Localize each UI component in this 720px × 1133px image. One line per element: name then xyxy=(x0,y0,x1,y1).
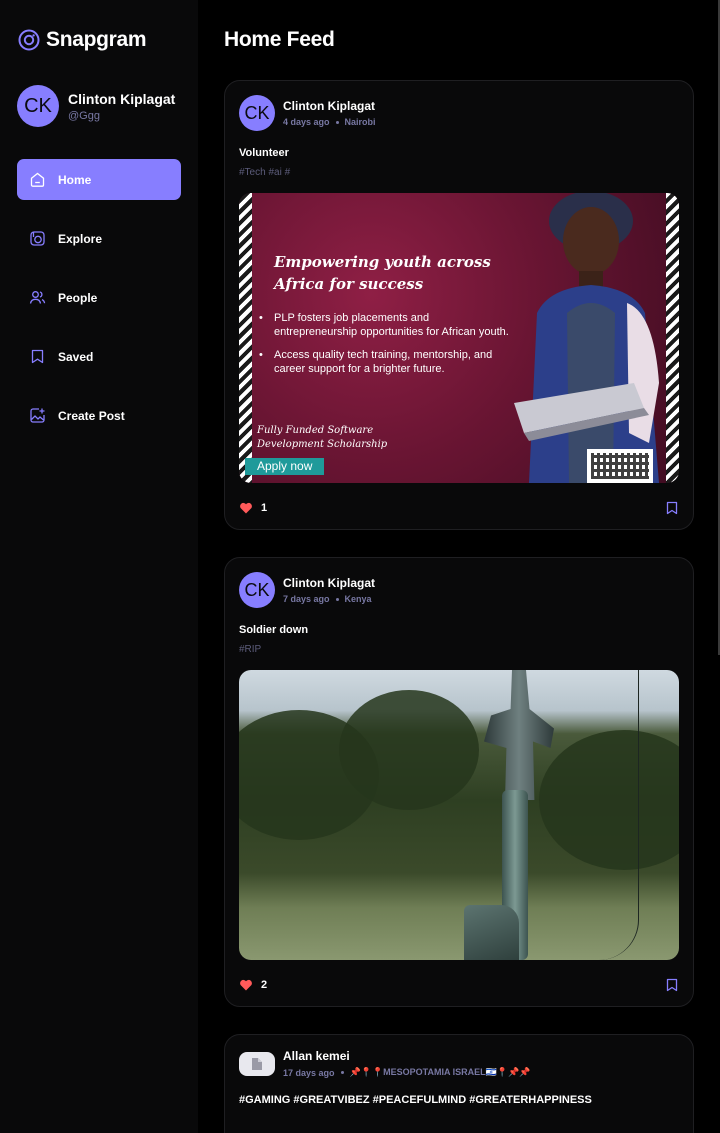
avatar[interactable]: CK xyxy=(239,95,275,131)
flyer-apply-label: Apply now xyxy=(245,458,325,475)
sidebar-item-create-post[interactable]: Create Post xyxy=(17,395,181,436)
post-location: 📌📍📍MESOPOTAMIA ISRAEL🇮🇱📍📌📌 xyxy=(349,1067,531,1077)
sidebar-item-label: Saved xyxy=(58,349,94,364)
post-time: 7 days ago xyxy=(283,594,330,604)
post-tags: #Tech #ai # xyxy=(239,167,291,178)
qr-code xyxy=(587,449,653,483)
like-count: 2 xyxy=(261,979,268,991)
sidebar-item-explore[interactable]: Explore xyxy=(17,218,181,259)
snapgram-logo-icon xyxy=(18,29,40,51)
woman-with-laptop-illustration xyxy=(514,193,659,483)
avatar: CK xyxy=(17,85,59,127)
post-card: Allan kemei 17 days ago 📌📍📍MESOPOTAMIA I… xyxy=(224,1034,694,1133)
separator-dot xyxy=(335,120,339,124)
post-image[interactable]: Empowering youth across Africa for succe… xyxy=(239,193,679,483)
sidebar-item-saved[interactable]: Saved xyxy=(17,336,181,377)
bookmark-icon xyxy=(29,348,46,365)
avatar[interactable] xyxy=(239,1051,275,1076)
file-icon xyxy=(252,1057,262,1070)
sidebar-item-label: Create Post xyxy=(58,408,125,423)
post-actions: 1 xyxy=(239,501,679,515)
post-caption: Soldier down xyxy=(239,624,309,636)
flyer-headline-line: Empowering youth across xyxy=(274,253,491,271)
flyer-footer-line: Development Scholarship xyxy=(257,439,388,450)
heart-icon[interactable] xyxy=(239,501,253,515)
wire-shape xyxy=(589,670,639,960)
explore-icon xyxy=(29,230,46,247)
post-card: CK Clinton Kiplagat 4 days ago Nairobi V… xyxy=(224,80,694,530)
image-add-icon xyxy=(29,407,46,424)
scholarship-flyer: Empowering youth across Africa for succe… xyxy=(239,193,679,483)
avatar[interactable]: CK xyxy=(239,572,275,608)
heart-icon[interactable] xyxy=(239,978,253,992)
save-bookmark-icon[interactable] xyxy=(665,978,679,992)
tree-shape xyxy=(339,690,479,810)
home-feed: Home Feed CK Clinton Kiplagat 4 days ago… xyxy=(198,0,720,1133)
sidebar-nav: Home Explore People Saved Create Post xyxy=(17,159,181,436)
profile-name: Clinton Kiplagat xyxy=(68,90,176,107)
post-author[interactable]: Clinton Kiplagat xyxy=(283,576,375,590)
flyer-bullet: PLP fosters job placements and entrepren… xyxy=(259,311,509,339)
post-time: 17 days ago xyxy=(283,1067,335,1078)
separator-dot xyxy=(335,597,339,601)
sidebar-item-label: Explore xyxy=(58,231,103,246)
brand-logo[interactable]: Snapgram xyxy=(18,28,181,52)
pattern-border-left xyxy=(239,193,252,483)
post-caption: Volunteer xyxy=(239,147,289,159)
post-author[interactable]: Allan kemei xyxy=(283,1049,530,1063)
post-header: Allan kemei 17 days ago 📌📍📍MESOPOTAMIA I… xyxy=(239,1049,679,1078)
post-header: CK Clinton Kiplagat 4 days ago Nairobi xyxy=(239,95,679,131)
save-bookmark-icon[interactable] xyxy=(665,501,679,515)
post-caption: #GAMING #GREATVIBEZ #PEACEFULMIND #GREAT… xyxy=(239,1094,592,1106)
flyer-bullets: PLP fosters job placements and entrepren… xyxy=(259,311,509,385)
page-title: Home Feed xyxy=(224,28,335,51)
post-tags: #RIP xyxy=(239,644,262,655)
post-location: Kenya xyxy=(344,594,372,604)
post-time: 4 days ago xyxy=(283,117,330,127)
sidebar-item-people[interactable]: People xyxy=(17,277,181,318)
flyer-headline: Empowering youth across Africa for succe… xyxy=(274,251,504,295)
like-control[interactable]: 2 xyxy=(239,978,267,992)
sidebar-item-label: People xyxy=(58,290,98,305)
post-actions: 2 xyxy=(239,978,679,992)
post-author[interactable]: Clinton Kiplagat xyxy=(283,99,376,113)
profile-link[interactable]: CK Clinton Kiplagat @Ggg xyxy=(17,85,181,127)
flyer-bullet: Access quality tech training, mentorship… xyxy=(259,348,509,376)
profile-handle: @Ggg xyxy=(68,109,100,122)
separator-dot xyxy=(340,1071,344,1074)
memorial-photo xyxy=(239,670,679,960)
sidebar-item-label: Home xyxy=(58,172,92,187)
sidebar-item-home[interactable]: Home xyxy=(17,159,181,200)
boot-shape xyxy=(464,905,519,960)
flyer-footer: Fully Funded Software Development Schola… xyxy=(257,424,387,452)
flyer-headline-line: Africa for success xyxy=(274,275,424,293)
post-image[interactable] xyxy=(239,670,679,960)
app-root: Snapgram CK Clinton Kiplagat @Ggg Home E… xyxy=(0,0,720,1133)
like-count: 1 xyxy=(261,502,268,514)
post-location: Nairobi xyxy=(344,117,376,127)
post-header: CK Clinton Kiplagat 7 days ago Kenya xyxy=(239,572,679,608)
brand-name: Snapgram xyxy=(46,28,147,51)
home-icon xyxy=(29,171,46,188)
like-control[interactable]: 1 xyxy=(239,501,267,515)
people-icon xyxy=(29,289,46,306)
flyer-footer-line: Fully Funded Software xyxy=(257,425,374,436)
post-card: CK Clinton Kiplagat 7 days ago Kenya Sol… xyxy=(224,557,694,1007)
left-sidebar: Snapgram CK Clinton Kiplagat @Ggg Home E… xyxy=(0,0,198,1133)
